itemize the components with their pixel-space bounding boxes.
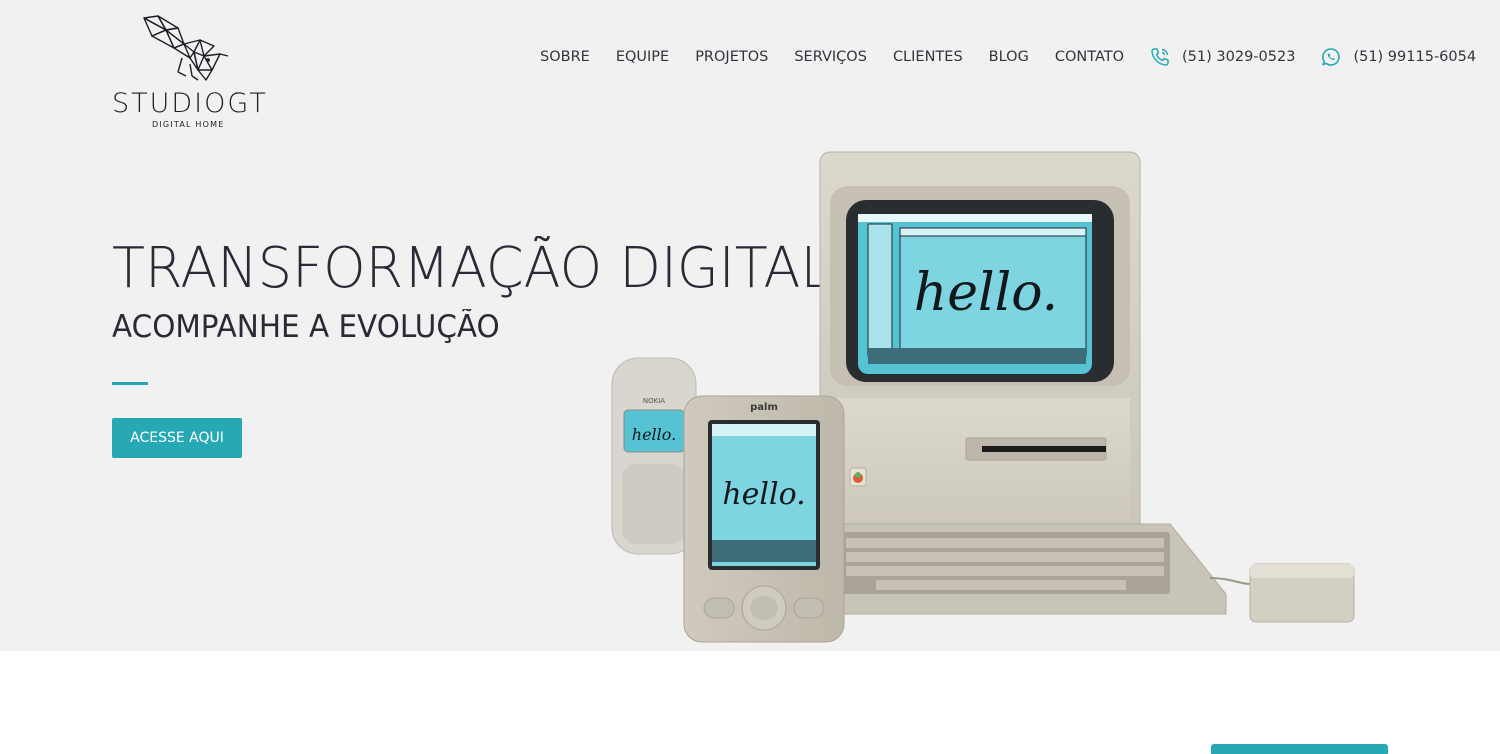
nav-item-blog[interactable]: BLOG (989, 49, 1029, 65)
main-nav: SOBRE EQUIPE PROJETOS SERVIÇOS CLIENTES … (540, 46, 1476, 68)
phone-number: (51) 3029-0523 (1182, 49, 1296, 65)
hero-subtitle: ACOMPANHE A EVOLUÇÃO (112, 309, 500, 345)
origami-animal-icon (143, 15, 229, 81)
svg-text:hello.: hello. (632, 425, 676, 444)
site-logo[interactable]: STUDIOGT DIGITAL HOME (110, 14, 270, 132)
retro-devices-illustration: hello. NOKIA hello. palm hello. (611, 151, 1355, 643)
nav-item-projetos[interactable]: PROJETOS (695, 49, 768, 65)
nav-item-clientes[interactable]: CLIENTES (893, 49, 963, 65)
nav-item-sobre[interactable]: SOBRE (540, 49, 590, 65)
whatsapp-link[interactable]: (51) 99115-6054 (1321, 47, 1476, 67)
nav-item-servicos[interactable]: SERVIÇOS (794, 49, 867, 65)
palm-pda: palm hello. (683, 395, 845, 643)
keyboard (831, 523, 1227, 615)
mouse (1209, 563, 1355, 623)
secondary-button-peek[interactable] (1211, 744, 1388, 754)
nokia-phone: NOKIA hello. (611, 357, 697, 555)
nokia-brand-text: NOKIA (643, 397, 665, 405)
hero-section: STUDIOGT DIGITAL HOME SOBRE EQUIPE PROJE… (0, 0, 1500, 651)
accent-divider (112, 382, 148, 385)
phone-icon (1151, 48, 1169, 66)
nav-item-equipe[interactable]: EQUIPE (616, 49, 669, 65)
nav-item-contato[interactable]: CONTATO (1055, 49, 1124, 65)
cta-button[interactable]: ACESSE AQUI (112, 418, 242, 458)
palm-brand-text: palm (750, 402, 778, 413)
mac-screen-text: hello. (914, 263, 1058, 323)
logo-tagline: DIGITAL HOME (152, 120, 225, 129)
macintosh-computer: hello. (819, 151, 1141, 563)
whatsapp-number: (51) 99115-6054 (1353, 49, 1477, 65)
svg-text:hello.: hello. (722, 477, 805, 512)
phone-link[interactable]: (51) 3029-0523 (1150, 47, 1295, 67)
whatsapp-icon (1322, 48, 1341, 66)
logo-wordmark: STUDIOGT (112, 88, 268, 119)
